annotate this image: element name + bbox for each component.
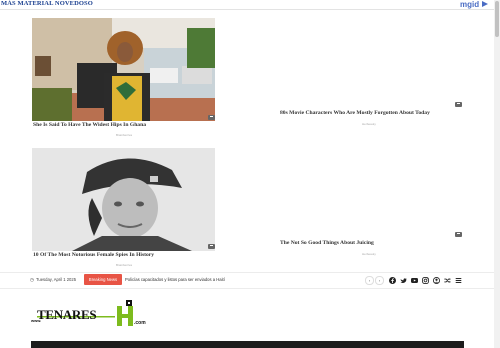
adchoices-icon[interactable] bbox=[455, 232, 462, 237]
user-icon[interactable] bbox=[433, 277, 440, 284]
mgid-arrow-icon bbox=[482, 1, 488, 7]
ad-card-title-4[interactable]: The Not So Good Things About Juicing bbox=[280, 240, 374, 246]
mgid-logo[interactable]: mgid bbox=[460, 0, 479, 9]
ad-card-image-3[interactable] bbox=[32, 148, 215, 251]
ad-card-source-3: Brainberries bbox=[116, 263, 133, 267]
youtube-icon[interactable] bbox=[411, 277, 418, 284]
ad-card-source-1: Brainberries bbox=[116, 133, 133, 137]
ad-card-title-3[interactable]: 10 Of The Most Notorious Female Spies In… bbox=[33, 252, 154, 258]
menu-icon[interactable] bbox=[455, 277, 462, 284]
scrollbar-track[interactable] bbox=[494, 0, 500, 348]
ad-card-title-1[interactable]: She Is Said To Have The Widest Hips In G… bbox=[33, 122, 146, 128]
site-logo-text[interactable]: TENARES bbox=[37, 307, 97, 323]
breaking-news-label: Breaking News bbox=[84, 274, 122, 285]
adchoices-icon[interactable] bbox=[208, 115, 215, 120]
main-navigation-bar[interactable] bbox=[31, 341, 464, 348]
scrollbar-thumb[interactable] bbox=[495, 1, 499, 37]
adchoices-icon[interactable] bbox=[455, 102, 462, 107]
logo-mark-icon[interactable] bbox=[114, 299, 136, 327]
news-ticker[interactable]: Policías capacitados y listos para ser e… bbox=[125, 277, 225, 282]
ad-widget-title: MÁS MATERIAL NOVEDOSO bbox=[1, 0, 93, 7]
ticker-prev-button[interactable]: ‹ bbox=[365, 276, 374, 285]
random-icon[interactable] bbox=[444, 277, 451, 284]
current-date: Tuesday, April 1 2025 bbox=[36, 277, 77, 282]
twitter-icon[interactable] bbox=[400, 277, 407, 284]
ad-card-title-2[interactable]: 80s Movie Characters Who Are Mostly Forg… bbox=[280, 110, 430, 116]
ticker-next-button[interactable]: › bbox=[375, 276, 384, 285]
adchoices-icon[interactable] bbox=[208, 244, 215, 249]
facebook-icon[interactable] bbox=[389, 277, 396, 284]
instagram-icon[interactable] bbox=[422, 277, 429, 284]
ad-card-source-4: Herbeauty bbox=[362, 252, 376, 256]
logo-suffix: .com bbox=[134, 320, 146, 326]
ad-card-source-2: Herbeauty bbox=[362, 122, 376, 126]
ad-card-image-1[interactable] bbox=[32, 18, 215, 121]
